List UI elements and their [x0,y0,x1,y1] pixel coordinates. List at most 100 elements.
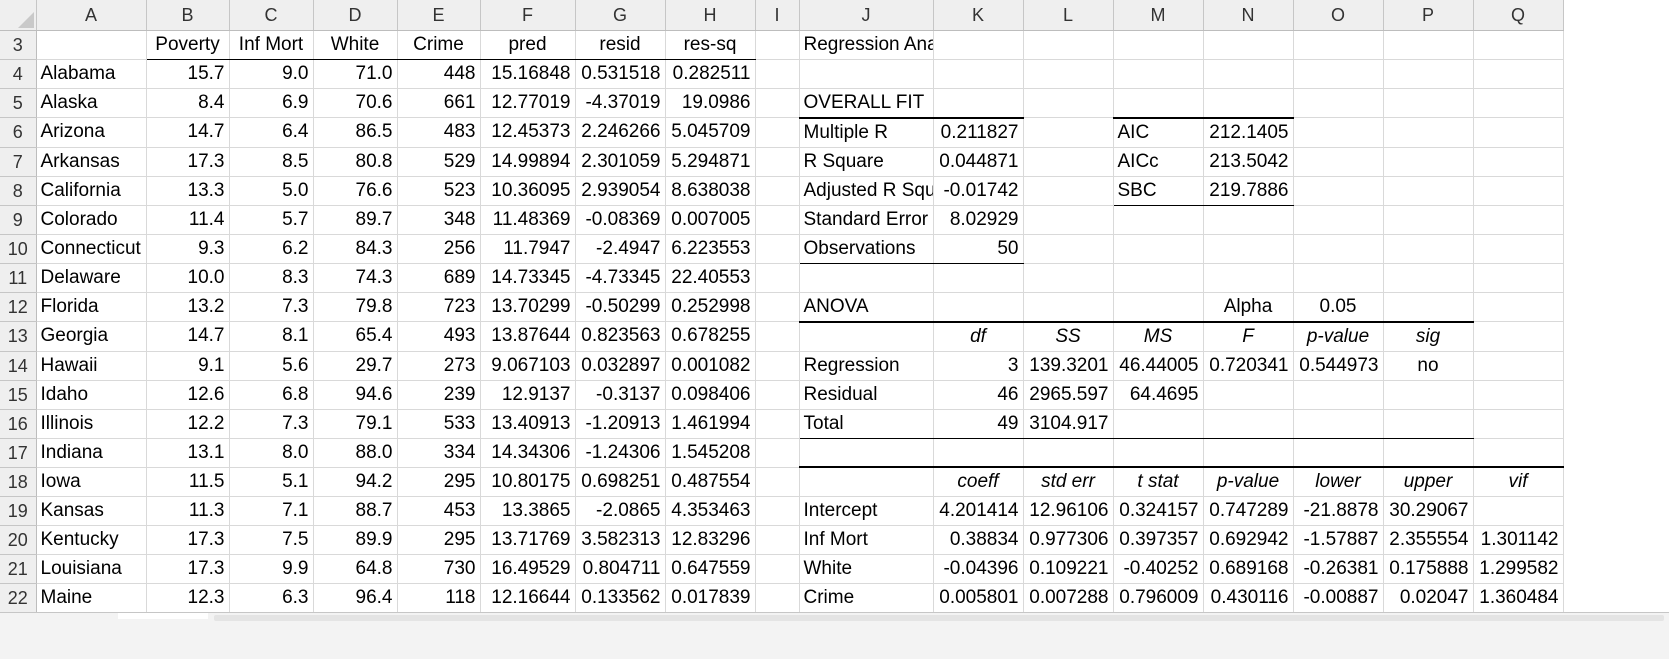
cell-G5[interactable]: -4.37019 [575,88,666,118]
cell-H5[interactable]: 19.0986 [665,88,756,118]
cell-E9[interactable]: 348 [397,205,481,235]
cell-Q22[interactable]: 1.360484 [1473,583,1564,614]
cell-G8[interactable]: 2.939054 [575,176,666,206]
cell-P9[interactable] [1383,205,1474,235]
cell-B20[interactable]: 17.3 [146,525,230,555]
cell-M12[interactable] [1113,292,1204,323]
cell-E17[interactable]: 334 [397,438,481,468]
cell-H8[interactable]: 8.638038 [665,176,756,206]
cell-K7[interactable]: 0.044871 [933,147,1024,177]
cell-P8[interactable] [1383,176,1474,206]
cell-A10[interactable]: Connecticut [36,234,147,264]
column-header-C[interactable]: C [229,0,314,31]
row-header[interactable]: 9 [0,205,37,235]
column-header-E[interactable]: E [397,0,481,31]
column-header-I[interactable]: I [755,0,800,31]
cell-J13[interactable] [799,321,934,352]
cell-G21[interactable]: 0.804711 [575,554,666,584]
row-header[interactable]: 15 [0,380,37,410]
cell-B12[interactable]: 13.2 [146,292,230,322]
cell-L7[interactable] [1023,147,1114,177]
cell-N6[interactable]: 212.1405 [1203,116,1294,148]
cell-I8[interactable] [755,176,800,206]
cell-O7[interactable] [1293,147,1384,177]
cell-N11[interactable] [1203,263,1294,293]
cell-F17[interactable]: 14.34306 [480,438,576,468]
row-header[interactable]: 18 [0,467,37,497]
cell-J4[interactable] [799,59,934,89]
cell-M19[interactable]: 0.324157 [1113,496,1204,526]
cell-N8[interactable]: 219.7886 [1203,176,1294,206]
cell-Q12[interactable] [1473,292,1564,322]
cell-I4[interactable] [755,59,800,89]
cell-O9[interactable] [1293,205,1384,235]
cell-J8[interactable]: Adjusted R Squ [799,176,934,206]
cell-A12[interactable]: Florida [36,292,147,322]
cell-H7[interactable]: 5.294871 [665,147,756,177]
cell-G15[interactable]: -0.3137 [575,380,666,410]
column-header-Q[interactable]: Q [1473,0,1564,31]
cell-H14[interactable]: 0.001082 [665,351,756,381]
cell-D18[interactable]: 94.2 [313,467,398,497]
cell-O13[interactable]: p-value [1293,321,1384,352]
cell-H3[interactable]: res-sq [665,30,756,60]
horizontal-scrollbar[interactable] [214,615,1664,621]
cell-A9[interactable]: Colorado [36,205,147,235]
cell-I21[interactable] [755,554,800,584]
cell-J22[interactable]: Crime [799,583,934,614]
cell-O21[interactable]: -0.26381 [1293,554,1384,584]
row-header[interactable]: 20 [0,525,37,555]
cell-M13[interactable]: MS [1113,321,1204,352]
cell-D6[interactable]: 86.5 [313,117,398,148]
cell-L19[interactable]: 12.96106 [1023,496,1114,526]
cell-C15[interactable]: 6.8 [229,380,314,410]
cell-A15[interactable]: Idaho [36,380,147,410]
cell-O11[interactable] [1293,263,1384,293]
cell-J16[interactable]: Total [799,409,934,439]
cell-J19[interactable]: Intercept [799,496,934,526]
cell-K10[interactable]: 50 [933,234,1024,264]
cell-K3[interactable] [933,30,1024,60]
cell-A8[interactable]: California [36,176,147,206]
cell-N15[interactable] [1203,380,1294,410]
column-header-M[interactable]: M [1113,0,1204,31]
cell-N4[interactable] [1203,59,1294,89]
cell-Q10[interactable] [1473,234,1564,264]
cell-D12[interactable]: 79.8 [313,292,398,322]
cell-L18[interactable]: std err [1023,467,1114,497]
cell-K19[interactable]: 4.201414 [933,496,1024,526]
cell-I15[interactable] [755,380,800,410]
cell-I6[interactable] [755,117,800,148]
cell-M11[interactable] [1113,263,1204,293]
cell-J11[interactable] [799,263,934,293]
cell-A17[interactable]: Indiana [36,438,147,468]
column-header-D[interactable]: D [313,0,398,31]
cell-Q11[interactable] [1473,263,1564,293]
cell-K17[interactable] [933,438,1024,468]
cell-A11[interactable]: Delaware [36,263,147,293]
cell-C10[interactable]: 6.2 [229,234,314,264]
cell-D11[interactable]: 74.3 [313,263,398,293]
cell-H6[interactable]: 5.045709 [665,117,756,148]
cell-A18[interactable]: Iowa [36,467,147,497]
cell-A21[interactable]: Louisiana [36,554,147,584]
cell-H21[interactable]: 0.647559 [665,554,756,584]
cell-F19[interactable]: 13.3865 [480,496,576,526]
cell-H20[interactable]: 12.83296 [665,525,756,555]
cell-K15[interactable]: 46 [933,380,1024,410]
cell-I22[interactable] [755,583,800,614]
cell-J17[interactable] [799,438,934,468]
cell-F22[interactable]: 12.16644 [480,583,576,614]
cell-E4[interactable]: 448 [397,59,481,89]
cell-J18[interactable] [799,467,934,497]
row-header[interactable]: 16 [0,409,37,439]
column-header-H[interactable]: H [665,0,756,31]
cell-A13[interactable]: Georgia [36,321,147,352]
cell-P10[interactable] [1383,234,1474,264]
cell-M6[interactable]: AIC [1113,116,1204,148]
cell-K12[interactable] [933,292,1024,323]
cell-N13[interactable]: F [1203,321,1294,352]
cell-G14[interactable]: 0.032897 [575,351,666,381]
cell-O20[interactable]: -1.57887 [1293,525,1384,555]
cell-C9[interactable]: 5.7 [229,205,314,235]
